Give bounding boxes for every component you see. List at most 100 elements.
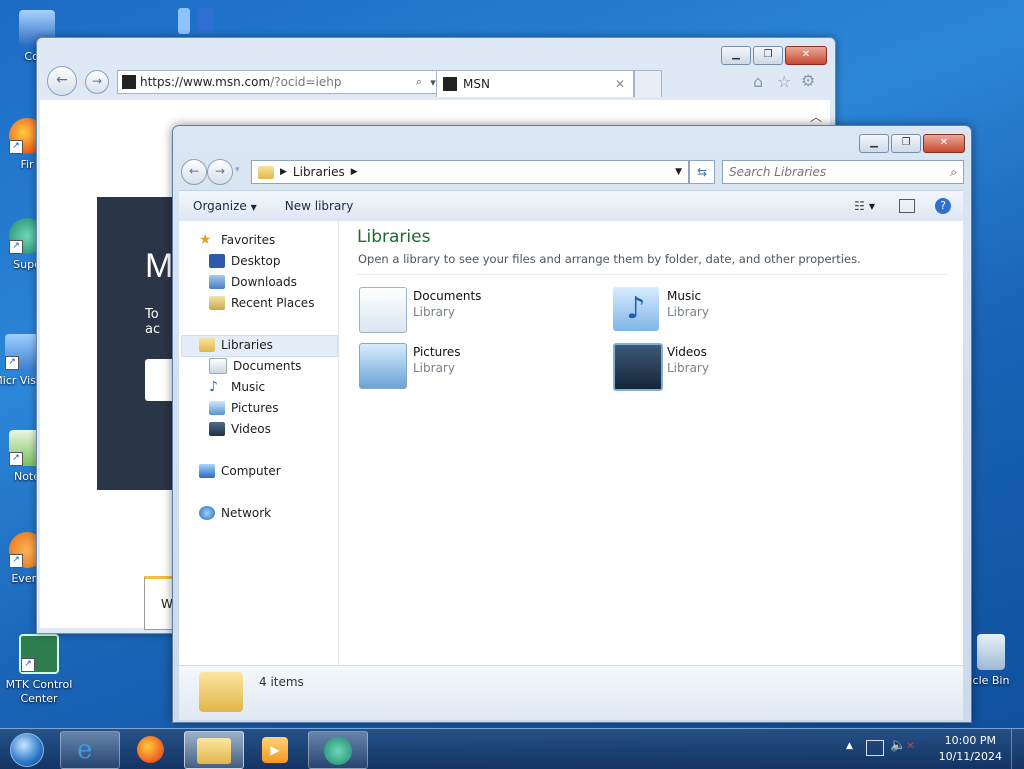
help-icon[interactable]: ?: [935, 198, 951, 214]
back-button[interactable]: ←: [181, 159, 207, 185]
breadcrumb-separator-icon[interactable]: ▶: [280, 167, 287, 177]
minimize-button[interactable]: ▁: [859, 134, 889, 153]
view-options-dropdown-icon[interactable]: ▼: [869, 202, 875, 211]
nav-item-recent-places[interactable]: Recent Places: [209, 293, 314, 313]
close-button[interactable]: ✕: [923, 134, 965, 153]
desktop-icon-mtk-control-center[interactable]: ↗ MTK Control Center: [4, 634, 74, 706]
ie-tab-msn[interactable]: MSN ✕: [436, 70, 634, 97]
close-button[interactable]: ✕: [785, 46, 827, 65]
nav-item-desktop[interactable]: Desktop: [209, 251, 281, 271]
videos-icon: [209, 422, 225, 436]
desktop-top-icon[interactable]: [176, 8, 218, 34]
nav-item-videos[interactable]: Videos: [209, 419, 271, 439]
shortcut-arrow-icon: ↗: [9, 140, 23, 154]
explorer-window[interactable]: ▁ ❐ ✕ ← → ▾ ▶ Libraries ▶ ▼ ⇆ ⌕ Organize…: [172, 125, 972, 723]
search-box[interactable]: ⌕: [722, 160, 964, 184]
pictures-library-icon: [359, 343, 407, 389]
favorites-star-icon[interactable]: ☆: [777, 72, 791, 91]
nav-label: Desktop: [231, 254, 281, 268]
start-button[interactable]: [4, 731, 48, 767]
ie-forward-button[interactable]: →: [85, 70, 109, 94]
windows-logo-icon: [10, 733, 44, 767]
nav-item-pictures[interactable]: Pictures: [209, 398, 279, 418]
ie-caption-buttons: ▁ ❐ ✕: [721, 46, 827, 65]
system-clock[interactable]: 10:00 PM 10/11/2024: [939, 733, 1002, 765]
library-type: Library: [667, 361, 709, 375]
ie-new-tab-button[interactable]: [634, 70, 662, 97]
breadcrumb[interactable]: Libraries: [293, 165, 345, 179]
library-item-videos[interactable]: Videos Library: [613, 341, 833, 391]
settings-gear-icon[interactable]: ⚙: [801, 71, 815, 90]
volume-muted-icon[interactable]: 🔈✕: [890, 738, 915, 753]
nav-item-documents[interactable]: Documents: [209, 356, 301, 376]
app-icon: [178, 8, 190, 34]
taskbar-media-player[interactable]: ▶: [246, 731, 304, 767]
desktop-icon-label: MTK Control Center: [5, 678, 73, 705]
nav-item-computer[interactable]: Computer: [199, 461, 281, 481]
item-count: 4 items: [259, 675, 304, 689]
music-library-icon: ♪: [613, 287, 659, 331]
explorer-address-bar[interactable]: ▶ Libraries ▶ ▼: [251, 160, 689, 184]
search-icon[interactable]: ⌕: [412, 75, 426, 89]
content-divider: [357, 274, 947, 275]
tab-close-icon[interactable]: ✕: [615, 77, 625, 91]
command-bar: Organize ▼ New library ☷ ▼ ?: [179, 190, 963, 222]
taskbar: e ▶ ▲ 🔈✕ 10:00 PM 10/11/2024: [0, 728, 1024, 769]
nav-item-favorites[interactable]: ★ Favorites: [199, 230, 275, 250]
show-hidden-icons-button[interactable]: ▲: [846, 741, 853, 751]
taskbar-app[interactable]: [308, 731, 368, 769]
computer-icon: [199, 464, 215, 478]
nav-item-music[interactable]: ♪ Music: [209, 377, 265, 397]
preview-pane-icon[interactable]: [899, 199, 915, 213]
breadcrumb-separator-icon[interactable]: ▶: [351, 167, 675, 177]
network-tray-icon[interactable]: [866, 740, 884, 756]
library-item-documents[interactable]: Documents Library: [359, 285, 579, 333]
desktop-icon: [209, 254, 225, 268]
videos-library-icon: [613, 343, 663, 391]
taskbar-internet-explorer[interactable]: e: [60, 731, 120, 769]
recent-pages-dropdown-icon[interactable]: ▾: [235, 165, 240, 175]
content-pane: Libraries Open a library to see your fil…: [349, 221, 959, 665]
show-desktop-button[interactable]: [1011, 729, 1024, 769]
ie-url-domain: https://www.msn.com: [140, 75, 271, 89]
library-type: Library: [667, 305, 709, 319]
organize-button[interactable]: Organize ▼: [179, 199, 271, 213]
search-input[interactable]: [723, 164, 951, 180]
maximize-button[interactable]: ❐: [891, 134, 921, 153]
library-type: Library: [413, 361, 455, 375]
organize-label: Organize: [193, 199, 247, 213]
library-name: Documents: [413, 289, 482, 303]
library-item-music[interactable]: ♪ Music Library: [613, 285, 833, 333]
library-item-pictures[interactable]: Pictures Library: [359, 341, 579, 389]
nav-item-downloads[interactable]: Downloads: [209, 272, 297, 292]
libraries-folder-icon: [199, 672, 243, 712]
ie-address-bar[interactable]: https://www.msn.com/?ocid=iehp ⌕ ▾ 🔒 ↻: [117, 70, 469, 94]
explorer-body: ★ Favorites Desktop Downloads Recent Plac…: [179, 221, 963, 665]
app-icon: [198, 8, 214, 34]
shortcut-arrow-icon: ↗: [5, 356, 19, 370]
nav-item-libraries[interactable]: Libraries: [199, 335, 273, 355]
network-icon: [199, 506, 215, 520]
shortcut-arrow-icon: ↗: [21, 658, 35, 672]
refresh-button[interactable]: ⇆: [689, 160, 715, 184]
maximize-button[interactable]: ❐: [753, 46, 783, 65]
ie-url[interactable]: https://www.msn.com/?ocid=iehp: [136, 75, 412, 89]
home-icon[interactable]: ⌂: [753, 72, 763, 91]
library-name: Music: [667, 289, 702, 303]
nav-label: Videos: [231, 422, 271, 436]
new-library-button[interactable]: New library: [271, 199, 368, 213]
downloads-icon: [209, 275, 225, 289]
taskbar-windows-explorer[interactable]: [184, 731, 244, 769]
search-icon[interactable]: ⌕: [950, 165, 957, 180]
ie-back-button[interactable]: ←: [47, 66, 77, 96]
forward-button[interactable]: →: [207, 159, 233, 185]
libraries-icon: [199, 338, 215, 352]
address-dropdown-icon[interactable]: ▼: [675, 167, 682, 177]
minimize-button[interactable]: ▁: [721, 46, 751, 65]
taskbar-firefox[interactable]: [122, 731, 180, 767]
nav-item-network[interactable]: Network: [199, 503, 271, 523]
change-view-icon[interactable]: ☷: [854, 199, 865, 213]
shortcut-arrow-icon: ↗: [9, 554, 23, 568]
scroll-up-icon[interactable]: ︿: [810, 108, 822, 125]
nav-label: Documents: [233, 359, 302, 373]
